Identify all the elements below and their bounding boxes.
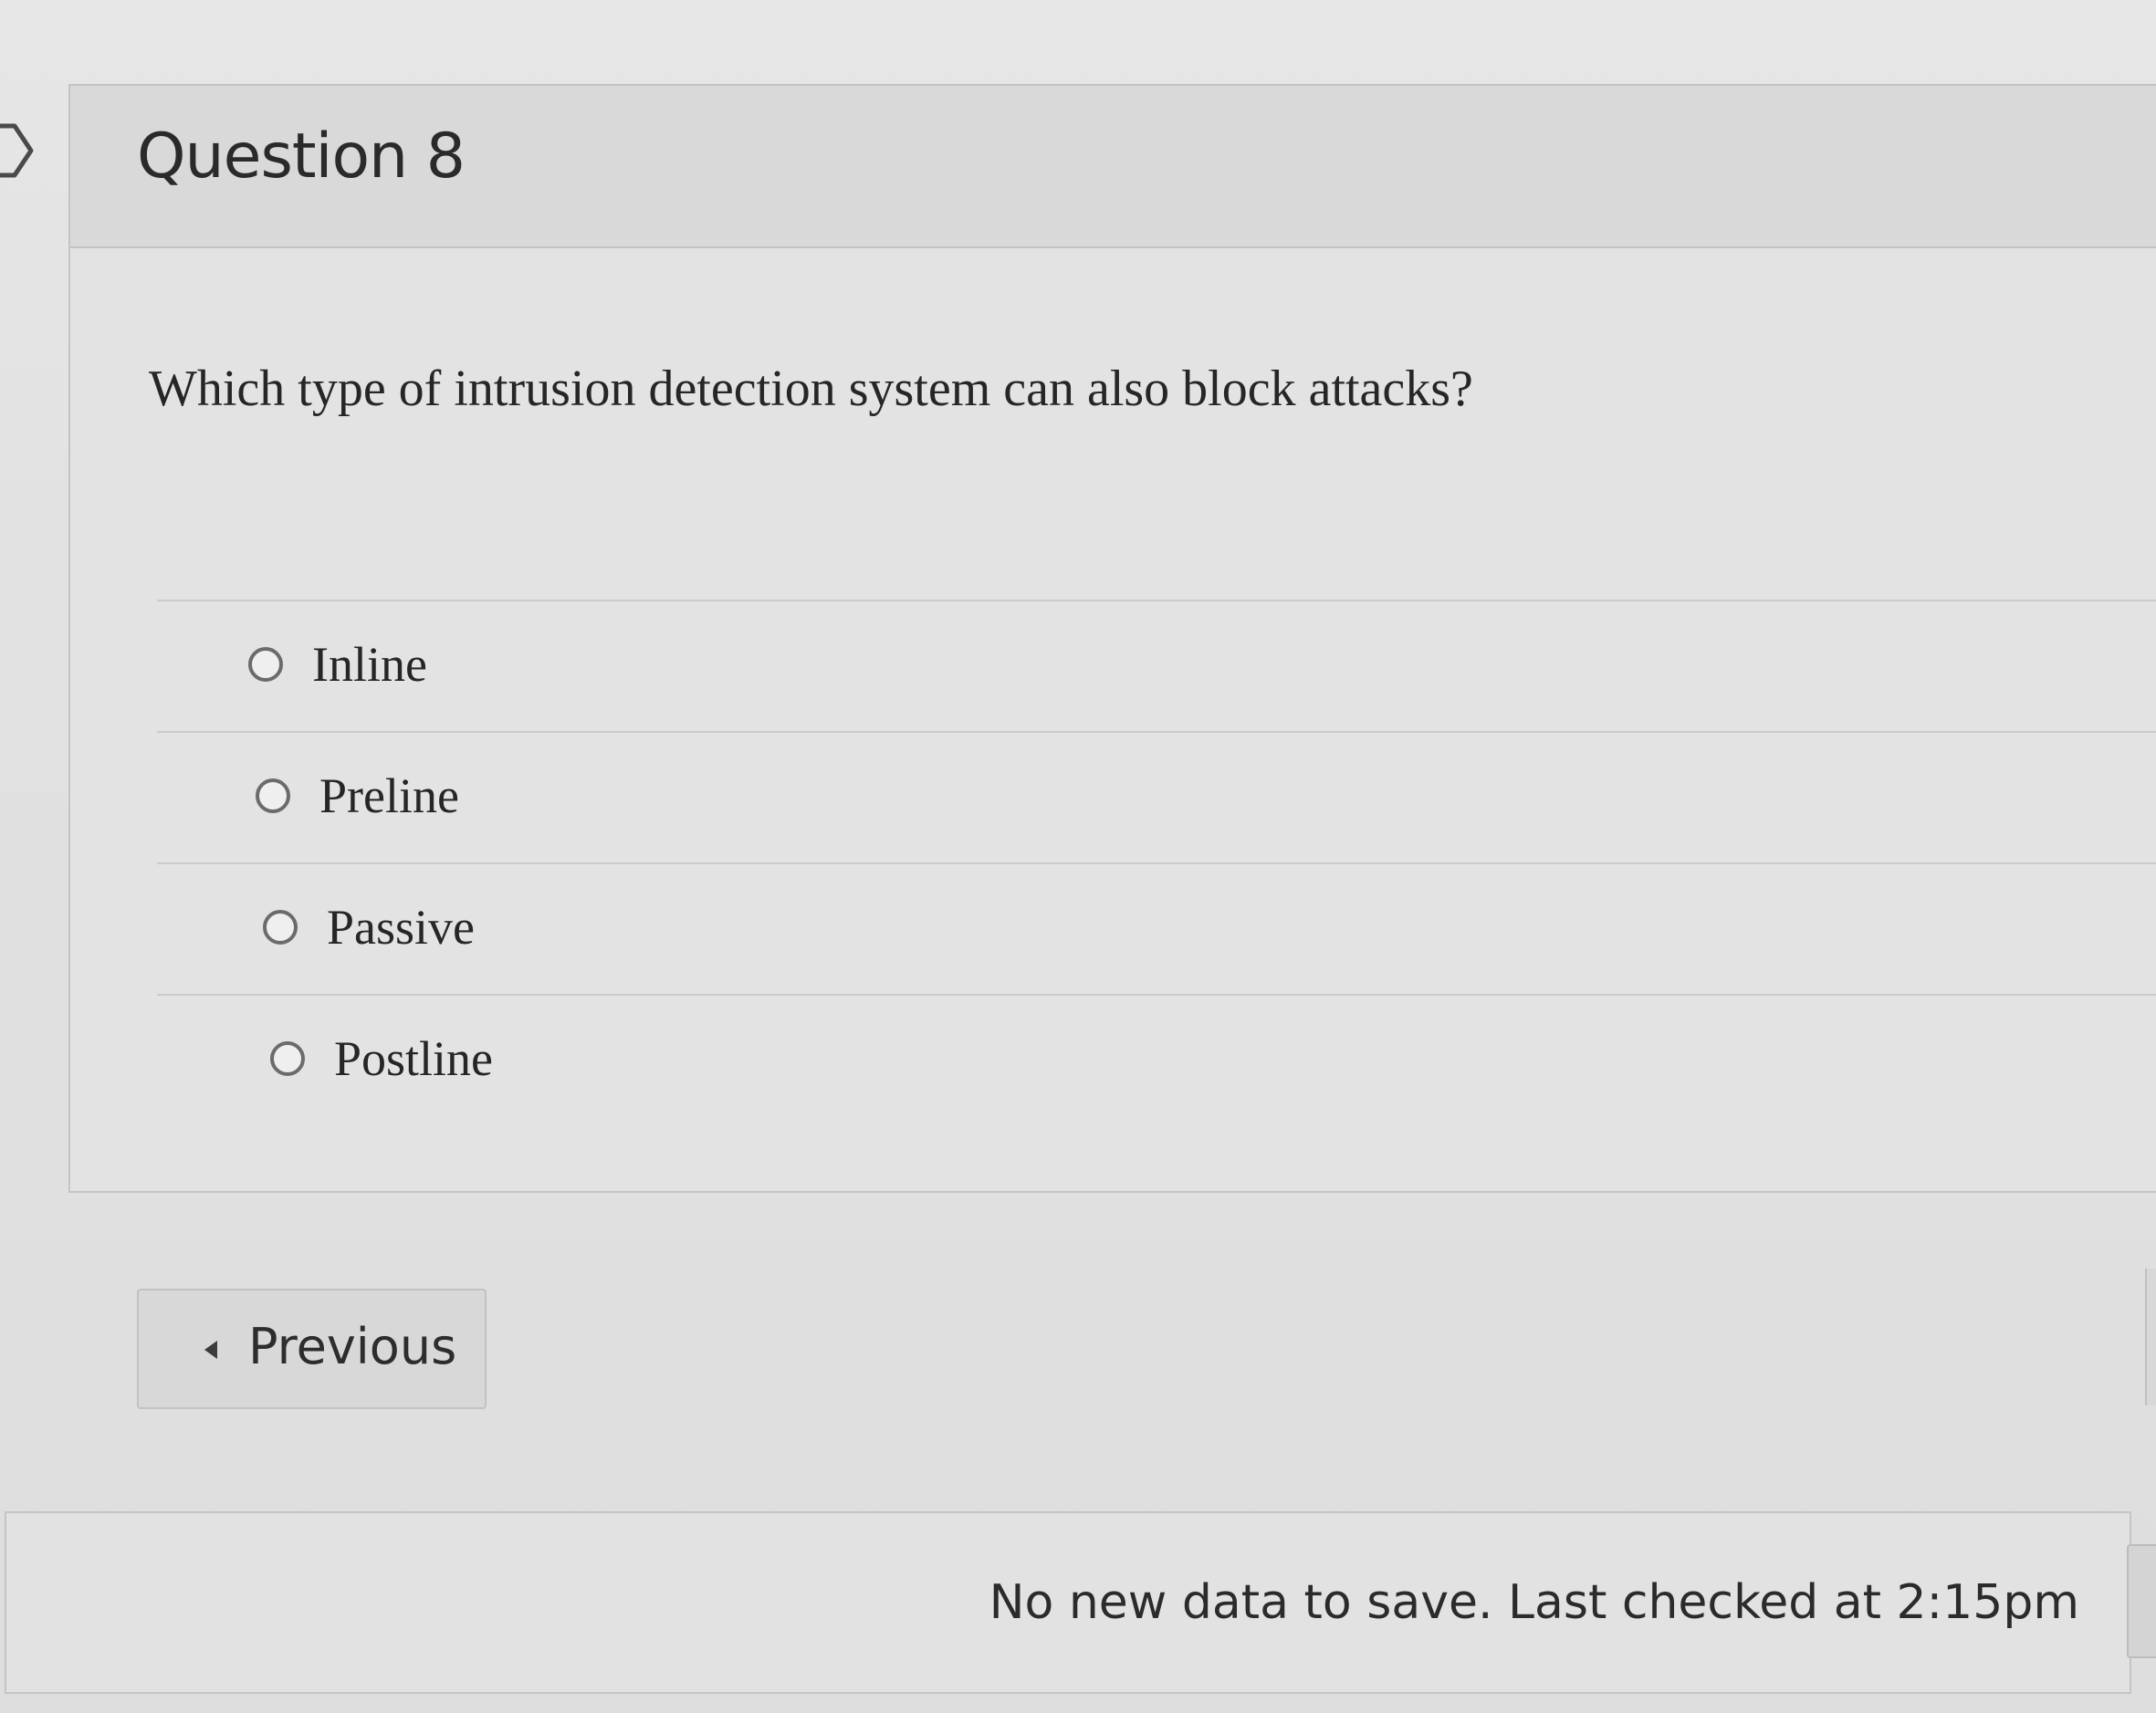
question-flag-icon[interactable] bbox=[0, 110, 37, 192]
answer-option-inline[interactable]: Inline bbox=[157, 600, 2156, 731]
answer-label[interactable]: Passive bbox=[327, 899, 475, 956]
radio-button-icon[interactable] bbox=[248, 647, 283, 682]
next-button-edge[interactable] bbox=[2145, 1269, 2156, 1405]
answer-option-postline[interactable]: Postline bbox=[157, 994, 2156, 1125]
save-status-bar: No new data to save. Last checked at 2:1… bbox=[5, 1511, 2131, 1694]
question-card: Question 8 Which type of intrusion detec… bbox=[68, 84, 2156, 1193]
question-text: Which type of intrusion detection system… bbox=[149, 360, 1473, 417]
answer-option-passive[interactable]: Passive bbox=[157, 862, 2156, 994]
question-title: Question 8 bbox=[137, 120, 466, 193]
answer-option-preline[interactable]: Preline bbox=[157, 731, 2156, 862]
answer-label[interactable]: Postline bbox=[334, 1030, 493, 1087]
question-header: Question 8 bbox=[70, 86, 2156, 248]
radio-button-icon[interactable] bbox=[270, 1041, 305, 1076]
answer-label[interactable]: Inline bbox=[312, 636, 427, 693]
quiz-page: Question 8 Which type of intrusion detec… bbox=[0, 0, 2156, 1713]
radio-button-icon[interactable] bbox=[263, 910, 298, 945]
previous-button[interactable]: Previous bbox=[137, 1289, 487, 1409]
caret-left-icon bbox=[204, 1341, 217, 1359]
save-status-text: No new data to save. Last checked at 2:1… bbox=[989, 1575, 2079, 1630]
radio-button-icon[interactable] bbox=[256, 778, 290, 813]
answer-label[interactable]: Preline bbox=[319, 768, 459, 824]
submit-quiz-button-edge[interactable] bbox=[2127, 1544, 2156, 1658]
answer-list: Inline Preline Passive Postline bbox=[157, 600, 2156, 1125]
previous-button-label: Previous bbox=[248, 1318, 457, 1375]
